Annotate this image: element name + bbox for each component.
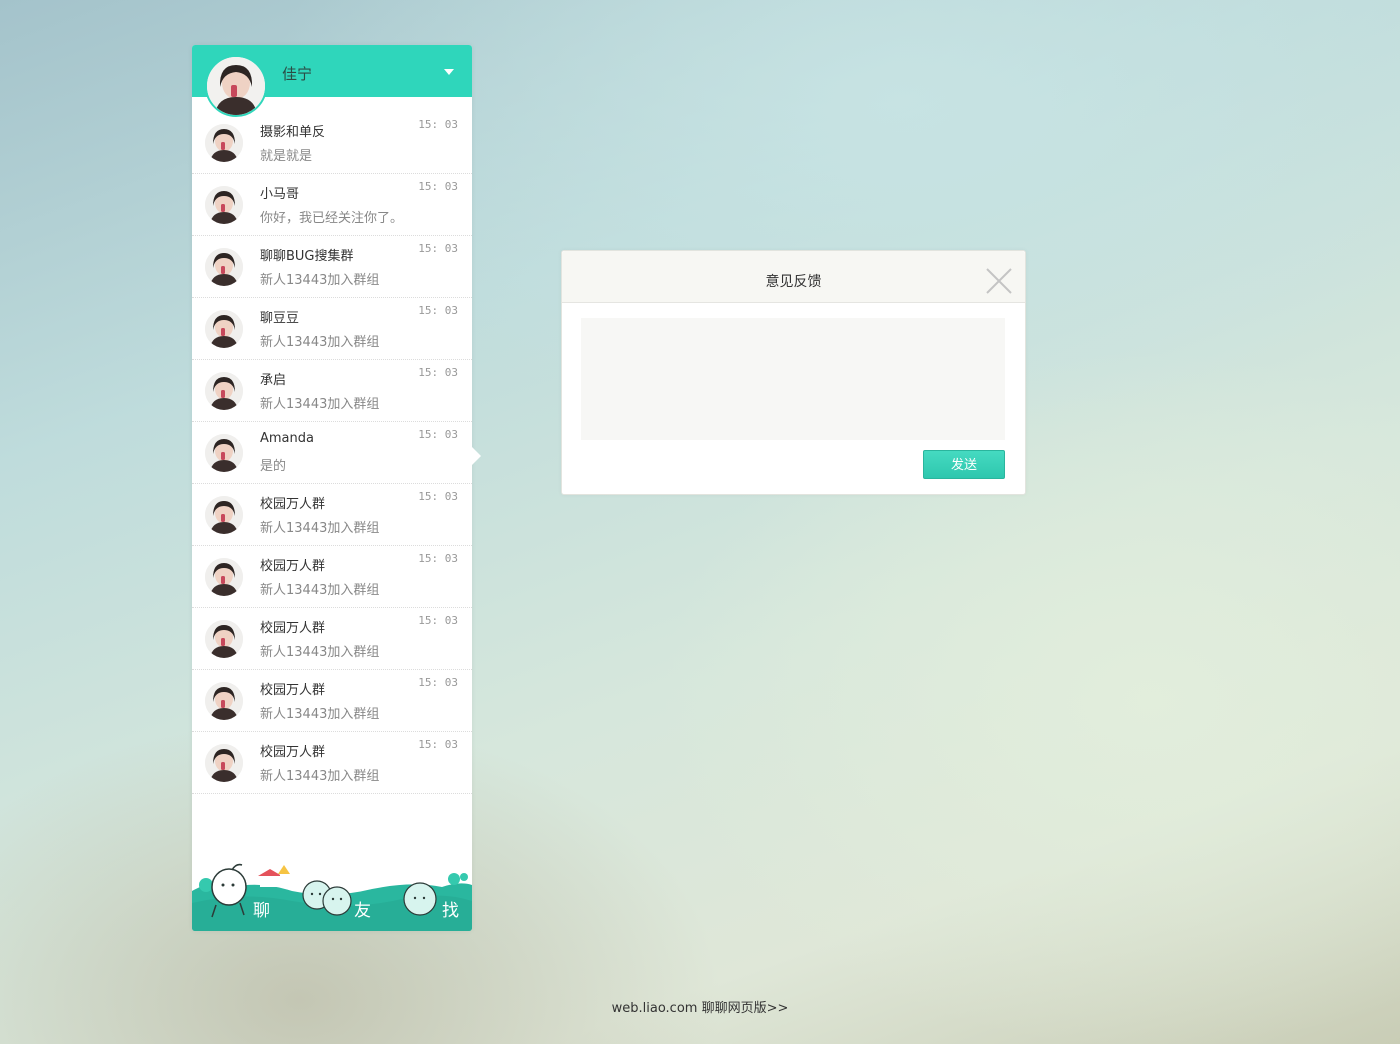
chat-avatar [205, 744, 243, 782]
chat-title: 小马哥 [260, 187, 300, 202]
chat-preview: 就是就是 [260, 149, 313, 164]
dialog-title: 意见反馈 [765, 274, 822, 290]
nav-chat-tab[interactable]: 聊 [253, 896, 270, 921]
chat-preview: 新人13443加入群组 [260, 273, 380, 288]
chat-preview: 新人13443加入群组 [260, 397, 380, 412]
chat-title: 校园万人群 [260, 745, 326, 760]
chat-title: Amanda [260, 431, 314, 446]
bottom-nav-illustration [192, 863, 472, 931]
chat-title: 校园万人群 [260, 621, 326, 636]
chat-preview: 新人13443加入群组 [260, 707, 380, 722]
chat-title: 聊聊BUG搜集群 [260, 249, 354, 264]
chat-time: 15: 03 [418, 738, 458, 751]
username: 佳宁 [282, 65, 313, 83]
chat-avatar [205, 434, 243, 472]
chat-list: 摄影和单反 就是就是 15: 03 小马哥 你好，我已经关注你了。 15: 03… [192, 112, 472, 794]
chat-time: 15: 03 [418, 366, 458, 379]
chat-time: 15: 03 [418, 490, 458, 503]
chat-item[interactable]: 聊聊BUG搜集群 新人13443加入群组 15: 03 [192, 236, 472, 298]
chat-avatar [205, 558, 243, 596]
dialog-header: 意见反馈 [562, 251, 1025, 303]
chat-preview: 你好，我已经关注你了。 [260, 211, 404, 226]
user-avatar[interactable] [205, 55, 267, 117]
chat-avatar [205, 496, 243, 534]
chat-item[interactable]: Amanda 是的 15: 03 [192, 422, 472, 484]
feedback-textarea[interactable] [581, 318, 1005, 440]
dropdown-arrow-icon[interactable] [444, 69, 454, 75]
chat-time: 15: 03 [418, 180, 458, 193]
chat-time: 15: 03 [418, 242, 458, 255]
chat-avatar [205, 124, 243, 162]
web-version-link[interactable]: web.liao.com 聊聊网页版>> [0, 997, 1400, 1016]
chat-avatar [205, 248, 243, 286]
chat-time: 15: 03 [418, 428, 458, 441]
chat-avatar [205, 620, 243, 658]
chat-item[interactable]: 校园万人群 新人13443加入群组 15: 03 [192, 732, 472, 794]
chat-avatar [205, 682, 243, 720]
chat-preview: 新人13443加入群组 [260, 521, 380, 536]
chat-title: 承启 [260, 373, 287, 388]
chat-title: 校园万人群 [260, 559, 326, 574]
chat-time: 15: 03 [418, 676, 458, 689]
chat-avatar [205, 186, 243, 224]
chat-preview: 新人13443加入群组 [260, 769, 380, 784]
panel-header: 佳宁 [192, 45, 472, 117]
send-button[interactable]: 发送 [923, 450, 1005, 479]
chat-preview: 新人13443加入群组 [260, 583, 380, 598]
chat-item[interactable]: 摄影和单反 就是就是 15: 03 [192, 112, 472, 174]
nav-find-tab[interactable]: 找 [442, 896, 459, 921]
chat-time: 15: 03 [418, 118, 458, 131]
chat-avatar [205, 310, 243, 348]
close-icon[interactable] [985, 267, 1013, 295]
chat-item[interactable]: 聊豆豆 新人13443加入群组 15: 03 [192, 298, 472, 360]
chat-title: 校园万人群 [260, 497, 326, 512]
chat-time: 15: 03 [418, 552, 458, 565]
active-chat-pointer [472, 447, 481, 465]
nav-friends-tab[interactable]: 友 [354, 896, 371, 921]
chat-avatar [205, 372, 243, 410]
chat-title: 校园万人群 [260, 683, 326, 698]
chat-panel: 佳宁 摄影和单反 就是就是 15: 03 小马哥 你好，我已经关注你了。 15:… [192, 45, 481, 931]
chat-item[interactable]: 承启 新人13443加入群组 15: 03 [192, 360, 472, 422]
chat-item[interactable]: 校园万人群 新人13443加入群组 15: 03 [192, 608, 472, 670]
chat-preview: 新人13443加入群组 [260, 645, 380, 660]
bottom-nav: 聊 友 找 [192, 861, 472, 931]
chat-item[interactable]: 校园万人群 新人13443加入群组 15: 03 [192, 546, 472, 608]
chat-item[interactable]: 校园万人群 新人13443加入群组 15: 03 [192, 670, 472, 732]
user-avatar-image [207, 57, 265, 115]
chat-title: 摄影和单反 [260, 125, 326, 140]
chat-item[interactable]: 校园万人群 新人13443加入群组 15: 03 [192, 484, 472, 546]
chat-time: 15: 03 [418, 304, 458, 317]
chat-item[interactable]: 小马哥 你好，我已经关注你了。 15: 03 [192, 174, 472, 236]
feedback-dialog: 意见反馈 发送 [561, 250, 1026, 495]
chat-preview: 是的 [260, 459, 287, 474]
chat-preview: 新人13443加入群组 [260, 335, 380, 350]
chat-time: 15: 03 [418, 614, 458, 627]
chat-title: 聊豆豆 [260, 311, 300, 326]
